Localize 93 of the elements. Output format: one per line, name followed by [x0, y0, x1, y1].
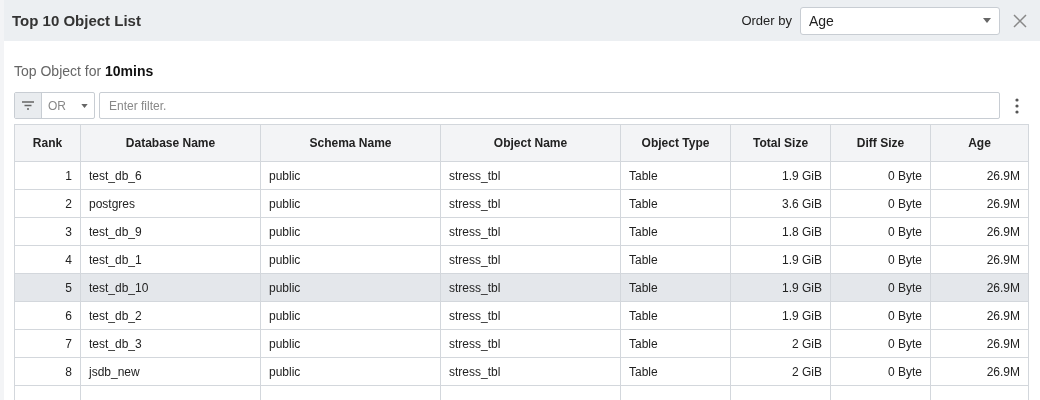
table-row[interactable]: 4 test_db_1 public stress_tbl Table 1.9 GiB 0 Byte 26.9M [14, 245, 1029, 274]
operator-value: OR [48, 98, 66, 113]
table-cell: 5 [14, 273, 81, 302]
table-cell: 6 [14, 301, 81, 330]
table-cell: jsdb_new [80, 357, 261, 386]
table-cell: 0 Byte [830, 245, 931, 274]
column-header[interactable]: Age [930, 124, 1029, 162]
table-cell: 1.9 GiB [730, 245, 831, 274]
table-cell: 0 Byte [830, 329, 931, 358]
table-cell: 26.9M [930, 301, 1029, 330]
table-cell: 7 [14, 329, 81, 358]
table-row[interactable]: 1 test_db_6 public stress_tbl Table 1.9 GiB 0 Byte 26.9M [14, 161, 1029, 190]
table-cell: public [260, 329, 441, 358]
order-by-select[interactable]: Age [800, 6, 1000, 35]
table-row[interactable]: 6 test_db_2 public stress_tbl Table 1.9 GiB 0 Byte 26.9M [14, 301, 1029, 330]
table-row[interactable]: 3 test_db_9 public stress_tbl Table 1.8 GiB 0 Byte 26.9M [14, 217, 1029, 246]
table-cell: test_db_10 [80, 273, 261, 302]
column-header[interactable]: Total Size [730, 124, 831, 162]
table-cell: stress_tbl [440, 329, 621, 358]
table-cell: postgres [80, 189, 261, 218]
table-cell: 26.9M [930, 161, 1029, 190]
table-row[interactable]: 8 jsdb_new public stress_tbl Table 2 GiB 0 Byte 26.9M [14, 357, 1029, 386]
close-icon [1012, 12, 1028, 29]
table-cell: stress_tbl [440, 217, 621, 246]
table-cell: 0 Byte [830, 357, 931, 386]
table-cell: stress_tbl [440, 161, 621, 190]
table-cell: Table [620, 329, 731, 358]
table-cell: 26.9M [930, 189, 1029, 218]
table-cell: 26.9M [930, 217, 1029, 246]
table-cell: 0 Byte [830, 189, 931, 218]
table-cell: 0 Byte [830, 217, 931, 246]
table-row[interactable]: 5 test_db_10 public stress_tbl Table 1.9 GiB 0 Byte 26.9M [14, 273, 1029, 302]
column-header[interactable]: Schema Name [260, 124, 441, 162]
table-cell: public [260, 357, 441, 386]
table-cell: test_db_3 [80, 329, 261, 358]
table-cell: 1 [14, 161, 81, 190]
table-cell: Table [620, 301, 731, 330]
table-cell: stress_tbl [440, 189, 621, 218]
filter-operator-control[interactable]: OR [14, 92, 95, 119]
table-cell: 26.9M [930, 273, 1029, 302]
table-cell: Table [620, 161, 731, 190]
table-cell: public [260, 273, 441, 302]
table-cell: 4 [14, 245, 81, 274]
table-cell: 0 Byte [830, 301, 931, 330]
table-cell: 26.9M [930, 329, 1029, 358]
column-header[interactable]: Object Name [440, 124, 621, 162]
table-cell: 0 Byte [830, 273, 931, 302]
column-header[interactable]: Object Type [620, 124, 731, 162]
filter-icon [22, 101, 34, 110]
table-cell: 8 [14, 357, 81, 386]
table-cell: 1.9 GiB [730, 161, 831, 190]
table-cell: Table [620, 189, 731, 218]
subtitle: Top Object for 10mins [14, 63, 155, 79]
table-cell: 1.9 GiB [730, 273, 831, 302]
table-cell: stress_tbl [440, 245, 621, 274]
table-cell: Table [620, 217, 731, 246]
table-cell: public [260, 161, 441, 190]
column-header[interactable]: Rank [14, 124, 81, 162]
table-cell: Table [620, 357, 731, 386]
table-cell: 1.8 GiB [730, 217, 831, 246]
table-cell: 3.6 GiB [730, 189, 831, 218]
filter-button[interactable] [15, 93, 42, 118]
table-cell: test_db_9 [80, 217, 261, 246]
table-cell: Table [620, 273, 731, 302]
table-cell: 2 GiB [730, 357, 831, 386]
table-cell: test_db_1 [80, 245, 261, 274]
table-cell: stress_tbl [440, 357, 621, 386]
table-row[interactable]: 2 postgres public stress_tbl Table 3.6 GiB 0 Byte 26.9M [14, 189, 1029, 218]
column-header[interactable]: Diff Size [830, 124, 931, 162]
order-by-label: Order by [741, 13, 792, 28]
table-cell: test_db_2 [80, 301, 261, 330]
table-cell: public [260, 245, 441, 274]
caret-icon [81, 103, 88, 108]
column-header[interactable]: Database Name [80, 124, 261, 162]
table-cell: stress_tbl [440, 301, 621, 330]
table-cell: 0 Byte [830, 161, 931, 190]
caret-icon [983, 18, 991, 23]
table-cell: 26.9M [930, 245, 1029, 274]
table-cell: 2 [14, 189, 81, 218]
table-cell: 26.9M [930, 357, 1029, 386]
table-cell: Table [620, 245, 731, 274]
table-cell: test_db_6 [80, 161, 261, 190]
table-cell: public [260, 217, 441, 246]
table-cell: 1.9 GiB [730, 301, 831, 330]
dialog-title: Top 10 Object List [12, 12, 142, 29]
table-cell: 3 [14, 217, 81, 246]
table-cell: 2 GiB [730, 329, 831, 358]
table-cell: stress_tbl [440, 273, 621, 302]
table-cell: public [260, 189, 441, 218]
table-row[interactable]: 7 test_db_3 public stress_tbl Table 2 GiB 0 Byte 26.9M [14, 329, 1029, 358]
table-cell: public [260, 301, 441, 330]
kebab-menu-icon [1015, 97, 1019, 114]
filter-input[interactable]: Enter filter. [99, 92, 1000, 119]
